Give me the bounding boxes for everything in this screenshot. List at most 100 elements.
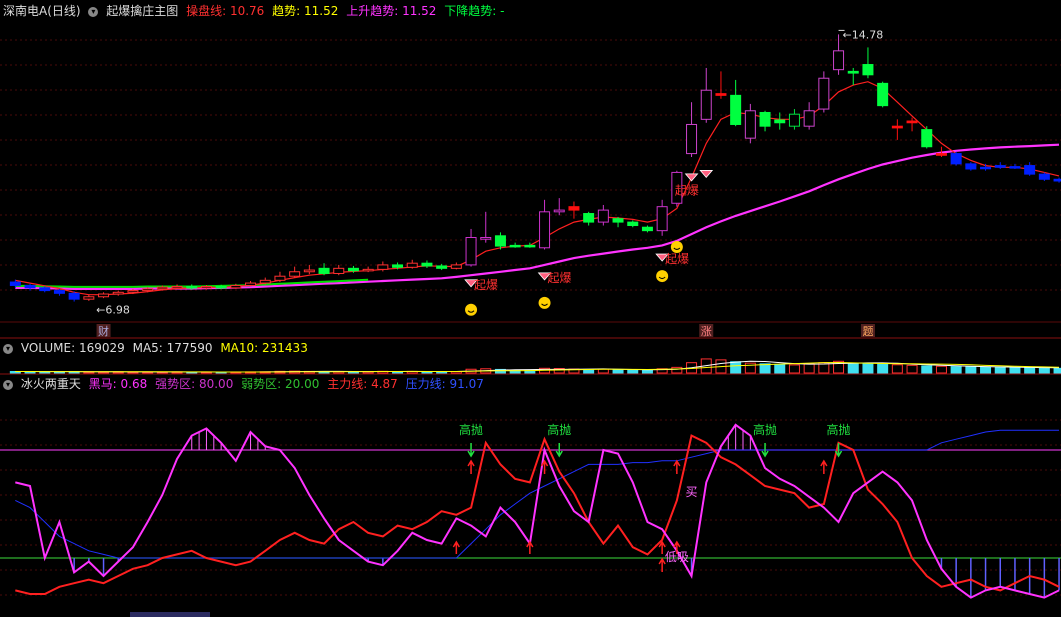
candle-body — [906, 120, 918, 124]
high-price-label: ←14.78 — [843, 28, 884, 41]
badge-label: 题 — [862, 325, 873, 338]
buy-label: 买 — [686, 485, 698, 499]
candle-body — [98, 293, 110, 298]
candle-body — [980, 166, 992, 170]
candlestick — [730, 79, 742, 127]
volume-bar — [641, 369, 653, 374]
candlestick — [112, 290, 124, 296]
candle-body — [318, 267, 330, 274]
candlestick — [1038, 172, 1050, 181]
candle-body — [1053, 178, 1061, 182]
candle-body — [730, 94, 742, 125]
candle-body — [9, 281, 21, 286]
candlestick — [744, 103, 756, 144]
smiley-icon — [538, 296, 551, 309]
candlestick — [597, 204, 609, 226]
candlestick — [289, 266, 301, 278]
candle-body — [774, 119, 786, 124]
candlestick — [715, 71, 727, 99]
trend-line — [15, 143, 1060, 290]
smiley-icon — [656, 270, 669, 283]
candlestick — [539, 199, 551, 250]
candle-body — [891, 125, 903, 129]
candlestick — [700, 67, 712, 123]
qibao-label: 起爆 — [474, 278, 498, 292]
ma-line — [15, 81, 1060, 296]
candle-body — [274, 275, 286, 281]
candle-body — [627, 221, 639, 227]
volume-bar — [1024, 367, 1036, 374]
candle-body — [392, 264, 404, 268]
candle-body — [1024, 165, 1036, 175]
volume-bar — [1053, 367, 1061, 374]
candlestick — [509, 242, 521, 248]
heima-line — [15, 423, 1060, 599]
qibao-label: 起爆 — [665, 252, 689, 266]
candle-body — [39, 287, 51, 292]
volume-bar — [906, 364, 918, 374]
up-arrow-icon — [673, 459, 681, 474]
candle-body — [935, 153, 947, 156]
volume-panel — [9, 358, 1061, 374]
candle-body — [450, 264, 462, 269]
volume-bar — [965, 366, 977, 374]
volume-bar — [1038, 367, 1050, 374]
candle-body — [215, 285, 227, 289]
candlestick — [656, 199, 668, 236]
candle-body — [186, 285, 198, 289]
candlestick — [686, 102, 698, 158]
volume-bar — [671, 366, 683, 374]
candlestick — [641, 225, 653, 233]
volume-bar — [935, 365, 947, 374]
candle-body — [788, 113, 800, 127]
candle-body — [377, 264, 389, 270]
candle-body — [700, 89, 712, 120]
candlestick — [362, 266, 374, 273]
candle-body — [833, 50, 845, 71]
candle-body — [347, 267, 359, 272]
chart-canvas[interactable]: ←14.78←6.98起爆 起爆起爆起爆 高抛 高抛 高抛 高抛买低吸 财涨题 — [0, 0, 1061, 617]
candle-body — [303, 269, 315, 273]
candle-body — [612, 218, 624, 223]
candlestick — [171, 284, 183, 289]
candle-body — [436, 265, 448, 269]
smiley-icon — [465, 303, 478, 316]
candlestick — [39, 286, 51, 293]
volume-bar — [877, 363, 889, 374]
candlestick — [259, 277, 271, 285]
candlestick — [862, 47, 874, 79]
volume-bar — [774, 363, 786, 374]
candlestick — [847, 67, 859, 86]
up-arrow-icon — [467, 459, 475, 474]
candle-body — [83, 296, 95, 300]
candle-body — [656, 206, 668, 232]
volume-bar — [994, 366, 1006, 374]
volume-bar — [788, 364, 800, 374]
candle-body — [921, 129, 933, 148]
badge-label: 涨 — [701, 325, 712, 338]
candlestick — [803, 102, 815, 130]
candle-body — [494, 235, 506, 247]
up-arrow-icon — [820, 459, 828, 474]
candle-body — [465, 237, 477, 266]
candle-body — [744, 110, 756, 139]
diamond-icon — [699, 170, 714, 179]
timeline-scrollbar — [130, 612, 210, 617]
candle-body — [862, 64, 874, 76]
candle-body — [480, 237, 492, 240]
up-arrow-icon — [526, 540, 534, 554]
candlestick — [788, 109, 800, 130]
candlestick — [1024, 162, 1036, 176]
candle-body — [53, 290, 65, 294]
candlestick — [245, 281, 257, 287]
candlestick — [465, 228, 477, 267]
candle-body — [156, 286, 168, 290]
candle-body — [583, 213, 595, 223]
candle-body — [759, 111, 771, 127]
candle-body — [950, 153, 962, 165]
candlestick — [98, 292, 110, 299]
candlestick — [891, 119, 903, 140]
candlestick — [612, 216, 624, 228]
volume-bar — [921, 365, 933, 374]
volume-bar — [803, 363, 815, 374]
